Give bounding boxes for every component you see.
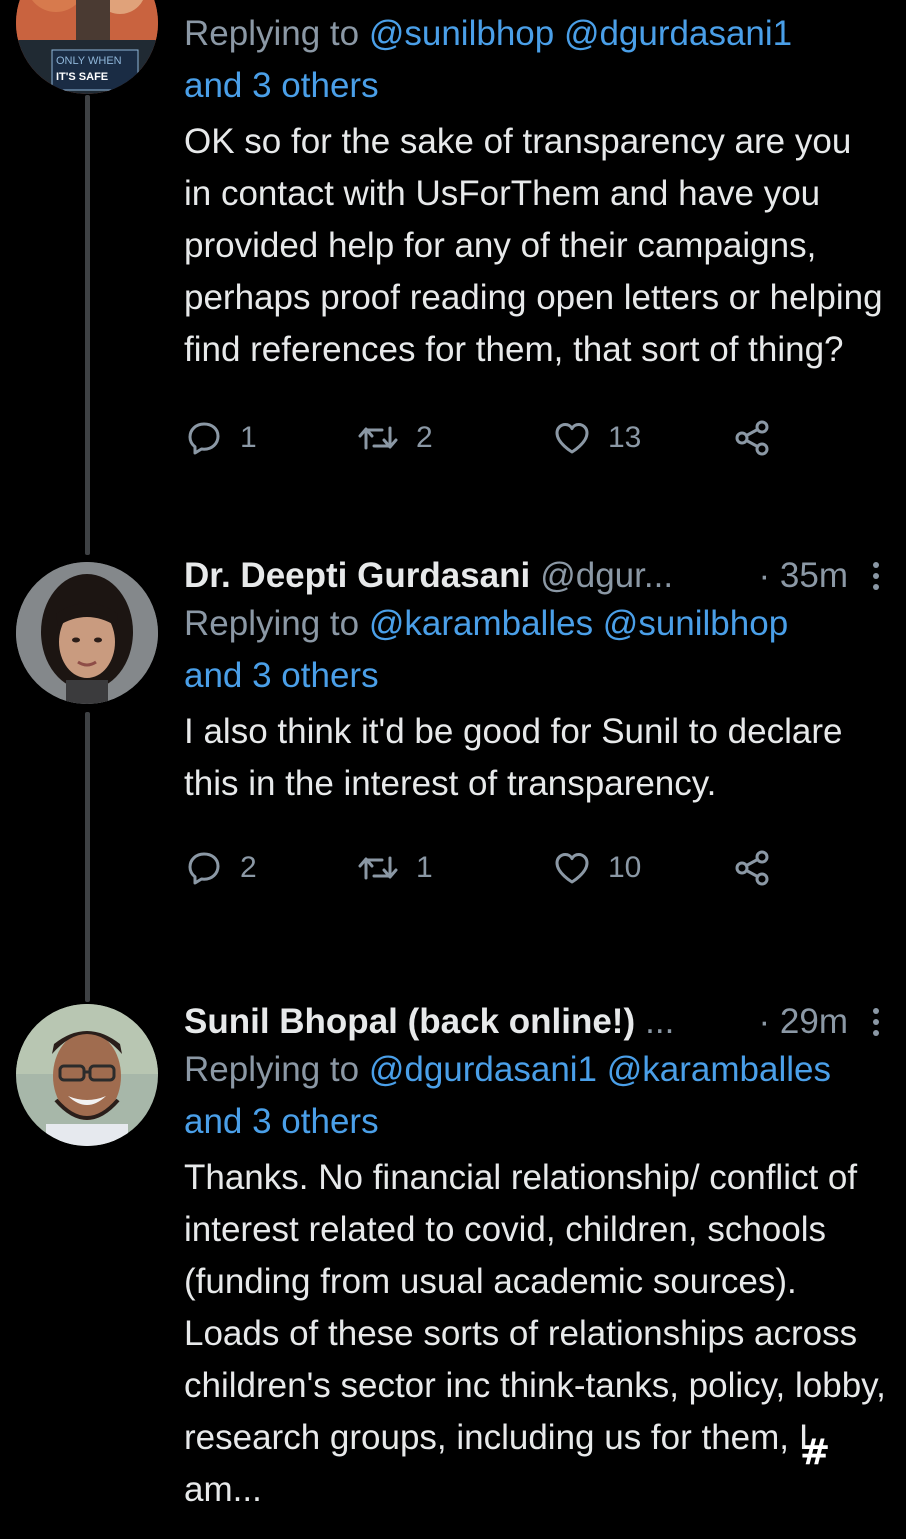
avatar-caption: ONLY WHEN [56, 55, 122, 67]
others-link[interactable]: and 3 others [184, 1102, 379, 1141]
handle[interactable]: ... [645, 1000, 744, 1044]
timestamp[interactable]: · 29m [759, 1000, 848, 1044]
tweet[interactable]: Replying to @sunilbhop @dgurdasani1 and … [184, 8, 888, 458]
tweet-actions: 2 1 10 [184, 848, 888, 888]
share-button[interactable] [732, 418, 772, 458]
retweet-button[interactable]: 1 [356, 848, 552, 888]
avatar-caption: IT'S SAFE [56, 71, 108, 83]
avatar[interactable] [16, 1004, 158, 1146]
avatar[interactable] [16, 562, 158, 704]
reply-icon [188, 422, 220, 455]
heart-icon [555, 853, 589, 884]
thread-line [85, 95, 90, 555]
reply-button[interactable]: 2 [184, 848, 356, 888]
tweet-actions: 1 2 13 [184, 418, 888, 458]
like-button[interactable]: 13 [552, 418, 732, 458]
mention-link[interactable]: @dgurdasani1 @karamballes [369, 1050, 831, 1089]
mention-link[interactable]: @karamballes @sunilbhop [369, 604, 788, 643]
replying-to: Replying to @dgurdasani1 @karamballes an… [184, 1044, 888, 1148]
tweet-text: Thanks. No financial relationship/ confl… [184, 1158, 886, 1509]
others-link[interactable]: and 3 others [184, 656, 379, 695]
timestamp[interactable]: · 35m [759, 554, 848, 598]
replying-to-label: Replying to [184, 14, 360, 53]
retweet-count: 2 [416, 421, 433, 454]
replying-to: Replying to @sunilbhop @dgurdasani1 and … [184, 8, 888, 112]
reply-count: 1 [240, 421, 257, 454]
retweet-button[interactable]: 2 [356, 418, 552, 458]
avatar[interactable]: ONLY WHEN IT'S SAFE [16, 0, 158, 94]
tweet[interactable]: Dr. Deepti Gurdasani @dgur... · 35m Repl… [184, 554, 888, 888]
reply-count: 2 [240, 851, 257, 884]
retweet-count: 1 [416, 851, 433, 884]
thread-line [85, 712, 90, 1002]
display-name[interactable]: Dr. Deepti Gurdasani [184, 554, 530, 598]
replying-to: Replying to @karamballes @sunilbhop and … [184, 598, 888, 702]
share-icon [735, 850, 769, 886]
like-count: 13 [608, 421, 642, 454]
tweet[interactable]: Sunil Bhopal (back online!) ... · 29m Re… [184, 1000, 888, 1516]
mention-link[interactable]: @sunilbhop @dgurdasani1 [369, 14, 792, 53]
share-icon [735, 420, 769, 456]
others-link[interactable]: and 3 others [184, 66, 379, 105]
more-options-icon[interactable] [864, 558, 888, 594]
reply-icon [188, 852, 220, 885]
tweet-header: Sunil Bhopal (back online!) ... · 29m [184, 1000, 888, 1044]
replying-to-label: Replying to [184, 604, 360, 643]
retweet-icon [358, 856, 398, 880]
tweet-text: I also think it'd be good for Sunil to d… [184, 712, 843, 803]
like-count: 10 [608, 851, 642, 884]
like-button[interactable]: 10 [552, 848, 732, 888]
more-options-icon[interactable] [864, 1004, 888, 1040]
tweet-header: Dr. Deepti Gurdasani @dgur... · 35m [184, 554, 888, 598]
handle[interactable]: @dgur... [540, 554, 744, 598]
retweet-icon [358, 426, 398, 450]
replying-to-label: Replying to [184, 1050, 360, 1089]
tweet-text: OK so for the sake of transparency are y… [184, 122, 883, 369]
share-button[interactable] [732, 848, 772, 888]
display-name[interactable]: Sunil Bhopal (back online!) [184, 1000, 635, 1044]
reply-button[interactable]: 1 [184, 418, 356, 458]
heart-icon [555, 423, 589, 454]
overlay-hash-mark: # [800, 1432, 831, 1473]
